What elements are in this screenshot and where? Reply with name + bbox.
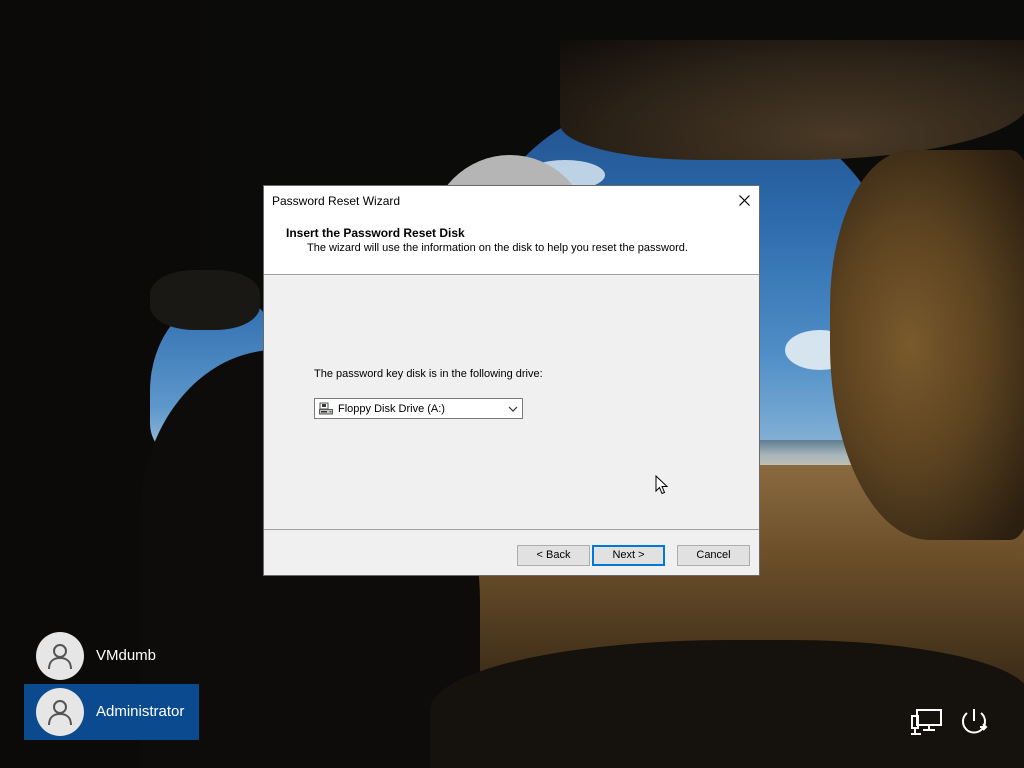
- user-avatar-icon: [48, 644, 72, 670]
- close-icon: [738, 195, 750, 206]
- wizard-header: Insert the Password Reset Disk The wizar…: [264, 215, 759, 274]
- lock-screen: Password Reset Wizard Insert the Passwor…: [0, 0, 1024, 768]
- network-icon: [911, 709, 942, 735]
- user-name: Administrator: [96, 703, 185, 720]
- power-icon: [962, 709, 988, 734]
- avatar: [36, 632, 84, 680]
- divider: [264, 529, 759, 530]
- drive-dropdown-value: Floppy Disk Drive (A:): [338, 403, 445, 415]
- password-reset-wizard-dialog: Password Reset Wizard Insert the Passwor…: [263, 185, 760, 576]
- title-bar: Password Reset Wizard: [264, 186, 759, 215]
- user-name: VMdumb: [96, 647, 157, 664]
- user-tile-administrator[interactable]: Administrator: [24, 684, 199, 740]
- wallpaper-rock: [150, 270, 260, 330]
- drive-dropdown[interactable]: Floppy Disk Drive (A:): [314, 398, 523, 419]
- wizard-step-title: Insert the Password Reset Disk: [286, 226, 465, 240]
- floppy-drive-icon: [319, 402, 333, 415]
- next-button[interactable]: Next >: [592, 545, 665, 566]
- avatar: [36, 688, 84, 736]
- close-button[interactable]: [729, 186, 759, 215]
- cancel-button[interactable]: Cancel: [677, 545, 750, 566]
- back-button[interactable]: < Back: [517, 545, 590, 566]
- wallpaper-rock: [830, 150, 1024, 540]
- drive-prompt-label: The password key disk is in the followin…: [314, 368, 543, 380]
- power-button[interactable]: [957, 706, 991, 738]
- chevron-down-icon: [508, 406, 518, 412]
- wallpaper-rock: [560, 40, 1024, 160]
- divider: [264, 274, 759, 275]
- user-avatar-icon: [48, 700, 72, 726]
- dialog-title: Password Reset Wizard: [272, 194, 401, 208]
- wallpaper-shadow: [430, 640, 1024, 768]
- wizard-step-description: The wizard will use the information on t…: [307, 242, 688, 254]
- user-tile-vmdumb[interactable]: VMdumb: [24, 628, 199, 684]
- mouse-cursor-icon: [655, 475, 669, 495]
- network-button[interactable]: [910, 706, 944, 738]
